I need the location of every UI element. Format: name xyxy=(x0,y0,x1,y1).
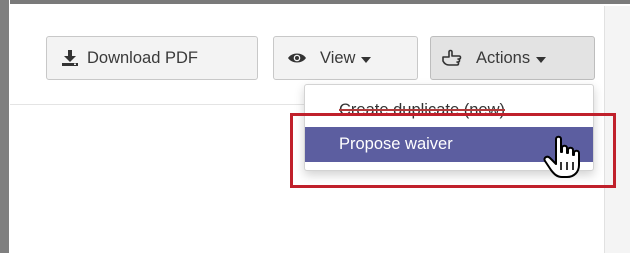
download-pdf-button[interactable]: Download PDF xyxy=(46,36,258,80)
actions-dropdown-button[interactable]: Actions xyxy=(430,36,595,80)
hand-cursor-icon xyxy=(542,135,582,179)
right-panel-edge xyxy=(604,6,630,253)
actions-label: Actions xyxy=(476,48,531,67)
pointing-hand-icon xyxy=(442,49,462,67)
view-dropdown-button[interactable]: View xyxy=(273,36,418,80)
view-label: View xyxy=(320,48,356,67)
eye-icon xyxy=(288,52,306,64)
window-left-border xyxy=(0,0,10,253)
download-pdf-label: Download PDF xyxy=(87,48,198,67)
download-icon xyxy=(62,50,78,66)
menu-item-create-duplicate[interactable]: Create duplicate (new) xyxy=(305,93,593,128)
window-top-border xyxy=(0,0,630,7)
chevron-down-icon xyxy=(536,56,547,63)
chevron-down-icon xyxy=(361,56,372,63)
menu-item-label: Propose waiver xyxy=(339,135,453,153)
menu-item-label: Create duplicate (new) xyxy=(339,101,505,119)
